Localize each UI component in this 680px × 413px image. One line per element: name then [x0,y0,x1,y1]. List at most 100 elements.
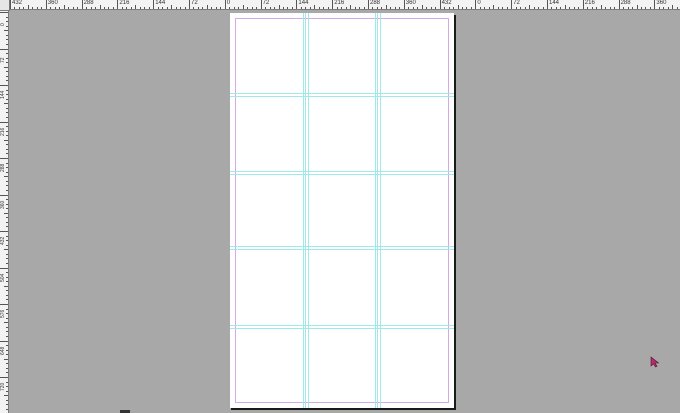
ruler-minor-tick [470,7,472,9]
ruler-minor-tick [126,7,128,9]
ruler-minor-tick [86,7,88,9]
ruler-minor-tick [6,399,8,401]
ruler-label: 432 [441,0,452,6]
ruler-minor-tick [502,7,504,9]
ruler-minor-tick [6,299,8,301]
ruler-minor-tick [6,235,8,237]
ruler-minor-tick [394,7,396,9]
horizontal-guide[interactable] [230,328,454,329]
ruler-minor-tick [59,7,61,9]
ruler-minor-tick [538,7,540,9]
ruler-minor-tick [4,212,8,214]
ruler-minor-tick [6,281,8,283]
ruler-major-tick [547,0,548,9]
ruler-minor-tick [4,285,8,287]
vertical-guide[interactable] [375,13,376,408]
ruler-minor-tick [256,7,258,9]
ruler-minor-tick [6,189,8,191]
ruler-major-tick [81,0,83,9]
ruler-minor-tick [274,7,276,9]
ruler-minor-tick [6,354,8,356]
ruler-minor-tick [564,5,566,9]
ruler-minor-tick [551,7,553,9]
horizontal-guide[interactable] [230,325,454,326]
ruler-minor-tick [345,7,347,9]
ruler-minor-tick [63,5,65,9]
vertical-ruler[interactable]: 0 72 144 216 288 360 432 504 576 648 720 [0,0,9,413]
ruler-minor-tick [6,144,8,146]
ruler-minor-tick [6,290,8,292]
ruler-minor-tick [6,25,8,27]
artboard[interactable] [230,13,454,408]
ruler-minor-tick [6,130,8,132]
vertical-guide[interactable] [380,13,381,408]
ruler-minor-tick [363,7,365,9]
ruler-minor-tick [6,126,8,128]
ruler-minor-tick [6,57,8,59]
ruler-minor-tick [484,7,486,9]
ruler-minor-tick [4,66,8,68]
ruler-minor-tick [6,367,8,369]
ruler-minor-tick [623,7,625,9]
ruler-minor-tick [520,7,522,9]
ruler-minor-tick [300,7,302,9]
ruler-major-tick [654,0,656,9]
horizontal-guide[interactable] [230,174,454,175]
ruler-minor-tick [184,7,186,9]
ruler-major-tick [439,0,441,9]
ruler-major-tick [189,0,190,9]
horizontal-ruler[interactable]: 432 360 288 216 144 72 0 72 144 216 288 360 432 0 72 14… [0,0,680,10]
ruler-label: 216 [119,0,130,6]
vertical-guide[interactable] [308,13,309,408]
ruler-minor-tick [23,7,25,9]
ruler-major-tick [117,0,119,9]
ruler-minor-tick [542,7,544,9]
ruler-minor-tick [6,345,8,347]
horizontal-guide[interactable] [230,96,454,97]
horizontal-guide[interactable] [230,93,454,94]
ruler-minor-tick [6,34,8,36]
ruler-minor-tick [600,5,602,9]
ruler-minor-tick [6,135,8,137]
ruler-label: 288 [83,0,94,6]
ruler-minor-tick [305,7,307,9]
ruler-minor-tick [672,5,674,9]
ruler-minor-tick [645,7,647,9]
ruler-minor-tick [426,7,428,9]
ruler-minor-tick [6,308,8,310]
ruler-minor-tick [466,7,468,9]
ruler-minor-tick [6,363,8,365]
horizontal-guide[interactable] [230,171,454,172]
ruler-minor-tick [372,7,374,9]
ruler-origin-corner[interactable] [0,0,10,11]
ruler-minor-tick [453,7,455,9]
horizontal-guide[interactable] [230,249,454,250]
ruler-minor-tick [417,7,419,9]
ruler-minor-tick [6,372,8,374]
vertical-guide[interactable] [305,13,306,408]
ruler-minor-tick [72,7,74,9]
ruler-minor-tick [497,7,499,9]
ruler-major-tick [0,121,8,123]
ruler-minor-tick [121,7,123,9]
ruler-minor-tick [148,7,150,9]
ruler-minor-tick [6,43,8,45]
ruler-minor-tick [323,7,325,9]
ruler-minor-tick [95,7,97,9]
ruler-minor-tick [6,272,8,274]
ruler-label: 288 [620,0,631,6]
horizontal-guide[interactable] [230,246,454,247]
ruler-minor-tick [318,7,320,9]
ruler-minor-tick [488,7,490,9]
ruler-minor-tick [448,7,450,9]
ruler-minor-tick [6,326,8,328]
ruler-major-tick [224,0,226,9]
ruler-major-tick [0,48,8,50]
ruler-major-tick [368,0,369,9]
ruler-minor-tick [6,226,8,228]
ruler-label: 144 [549,0,560,6]
ruler-minor-tick [408,7,410,9]
vertical-guide[interactable] [377,13,378,408]
vertical-guide[interactable] [303,13,304,408]
ruler-minor-tick [6,349,8,351]
